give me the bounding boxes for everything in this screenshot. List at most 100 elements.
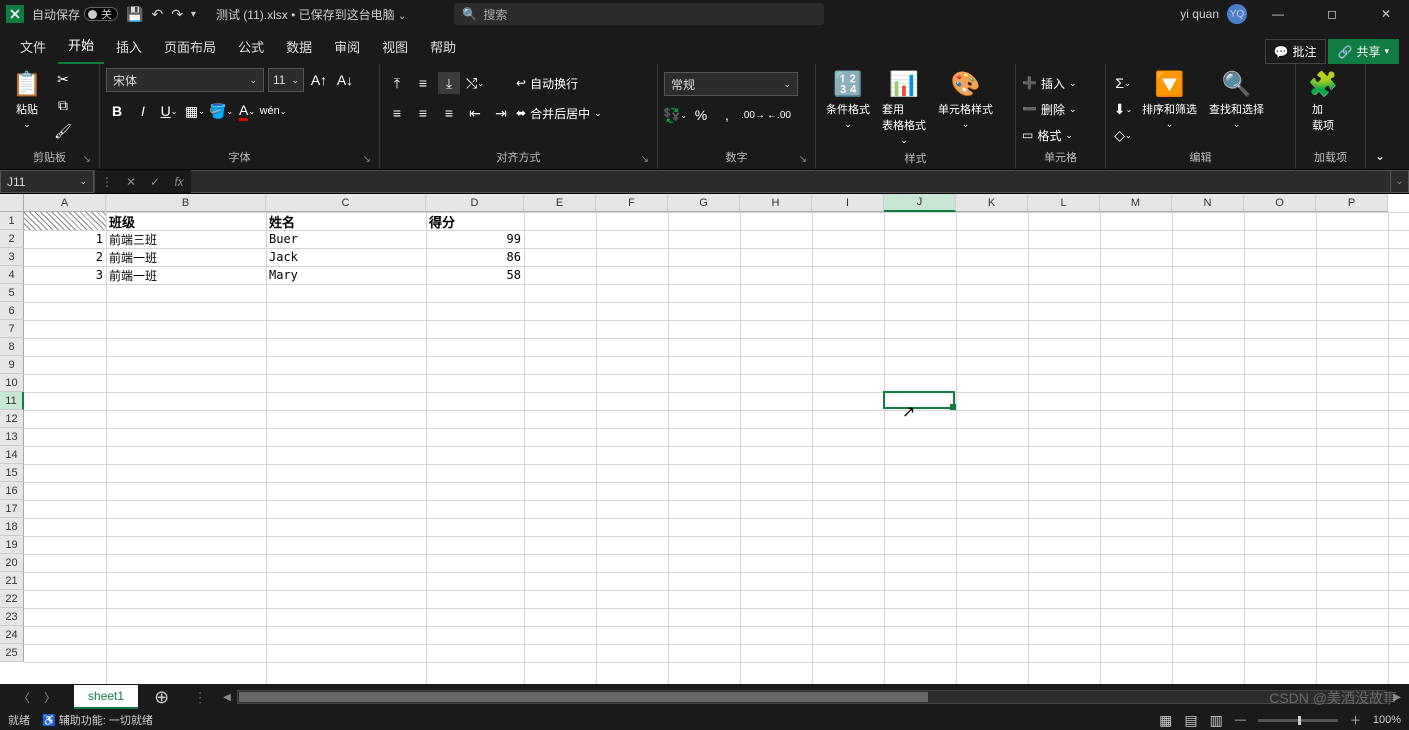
column-header[interactable]: H	[740, 194, 812, 212]
cancel-icon[interactable]: ✕	[119, 175, 143, 189]
add-sheet-icon[interactable]: ⊕	[138, 687, 185, 708]
row-header[interactable]: 19	[0, 536, 24, 554]
cell[interactable]: 1	[24, 230, 106, 248]
clipboard-launcher-icon[interactable]: ↘	[83, 154, 91, 165]
column-header[interactable]: A	[24, 194, 106, 212]
table-format-button[interactable]: 📊套用 表格格式⌄	[878, 68, 930, 148]
row-header[interactable]: 24	[0, 626, 24, 644]
tab-file[interactable]: 文件	[10, 31, 56, 64]
wrap-text-button[interactable]: ↩ 自动换行	[516, 72, 602, 94]
column-header[interactable]: G	[668, 194, 740, 212]
autosave-toggle[interactable]: 自动保存 关	[32, 6, 118, 23]
paste-button[interactable]: 📋粘贴⌄	[6, 68, 48, 132]
row-header[interactable]: 8	[0, 338, 24, 356]
column-header[interactable]: L	[1028, 194, 1100, 212]
column-header[interactable]: M	[1100, 194, 1172, 212]
cell[interactable]: Buer	[266, 230, 426, 248]
cell[interactable]: 99	[426, 230, 524, 248]
row-header[interactable]: 17	[0, 500, 24, 518]
font-size-combo[interactable]: 11⌄	[268, 68, 304, 92]
cell[interactable]: 得分	[426, 212, 524, 230]
align-center-icon[interactable]: ≡	[412, 102, 434, 124]
maximize-button[interactable]: ◻	[1309, 0, 1355, 28]
border-icon[interactable]: ▦⌄	[184, 100, 206, 122]
sheet-tab-active[interactable]: sheet1	[74, 685, 138, 709]
scroll-left-icon[interactable]: ◀	[223, 692, 231, 703]
zoom-in-icon[interactable]: ＋	[1350, 712, 1361, 728]
currency-icon[interactable]: 💱⌄	[664, 104, 686, 126]
row-header[interactable]: 6	[0, 302, 24, 320]
select-all-corner[interactable]	[0, 194, 24, 212]
horizontal-scrollbar[interactable]: ◀ ▶	[215, 690, 1409, 704]
row-header[interactable]: 10	[0, 374, 24, 392]
save-icon[interactable]: 💾	[126, 6, 143, 23]
column-header[interactable]: I	[812, 194, 884, 212]
row-header[interactable]: 12	[0, 410, 24, 428]
row-header[interactable]: 3	[0, 248, 24, 266]
cell-styles-button[interactable]: 🎨单元格样式⌄	[934, 68, 997, 132]
column-header[interactable]: O	[1244, 194, 1316, 212]
column-header[interactable]: K	[956, 194, 1028, 212]
conditional-format-button[interactable]: 🔢条件格式⌄	[822, 68, 874, 132]
copy-icon[interactable]: ⧉	[52, 94, 74, 116]
align-right-icon[interactable]: ≡	[438, 102, 460, 124]
align-top-icon[interactable]: ⤒	[386, 72, 408, 94]
row-header[interactable]: 14	[0, 446, 24, 464]
accessibility-status[interactable]: ♿ 辅助功能: 一切就绪	[42, 712, 153, 728]
fill-color-icon[interactable]: 🪣⌄	[210, 100, 232, 122]
row-header[interactable]: 20	[0, 554, 24, 572]
row-header[interactable]: 4	[0, 266, 24, 284]
page-layout-view-icon[interactable]: ▤	[1184, 712, 1197, 729]
row-header[interactable]: 25	[0, 644, 24, 662]
redo-icon[interactable]: ↷	[171, 6, 183, 23]
cell[interactable]	[24, 212, 106, 230]
addins-button[interactable]: 🧩加 载项	[1302, 68, 1344, 135]
cell[interactable]: 58	[426, 266, 524, 284]
qat-dropdown-icon[interactable]: ▾	[191, 9, 196, 20]
row-header[interactable]: 22	[0, 590, 24, 608]
cell[interactable]: 3	[24, 266, 106, 284]
align-middle-icon[interactable]: ≡	[412, 72, 434, 94]
column-header[interactable]: D	[426, 194, 524, 212]
row-header[interactable]: 15	[0, 464, 24, 482]
tab-data[interactable]: 数据	[276, 31, 322, 64]
tab-help[interactable]: 帮助	[420, 31, 466, 64]
decrease-decimal-icon[interactable]: ←.00	[768, 104, 790, 126]
find-select-button[interactable]: 🔍查找和选择⌄	[1205, 68, 1268, 132]
column-header[interactable]: N	[1172, 194, 1244, 212]
row-header[interactable]: 9	[0, 356, 24, 374]
page-break-view-icon[interactable]: ▥	[1210, 712, 1223, 729]
comments-button[interactable]: 💬 批注	[1265, 39, 1326, 64]
zoom-level[interactable]: 100%	[1373, 714, 1401, 726]
increase-decimal-icon[interactable]: .00→	[742, 104, 764, 126]
cell[interactable]: 86	[426, 248, 524, 266]
close-button[interactable]: ✕	[1363, 0, 1409, 28]
indent-increase-icon[interactable]: ⇥	[490, 102, 512, 124]
column-header[interactable]: E	[524, 194, 596, 212]
tab-home[interactable]: 开始	[58, 29, 104, 64]
spreadsheet-grid[interactable]: ABCDEFGHIJKLMNOP 12345678910111213141516…	[0, 194, 1409, 684]
insert-cells-button[interactable]: ➕ 插入 ⌄	[1022, 72, 1077, 94]
cell[interactable]: 姓名	[266, 212, 426, 230]
tab-view[interactable]: 视图	[372, 31, 418, 64]
phonetic-icon[interactable]: wén⌄	[262, 100, 284, 122]
comma-icon[interactable]: ,	[716, 104, 738, 126]
font-color-icon[interactable]: A⌄	[236, 100, 258, 122]
fbar-expand-icon[interactable]: ⌄	[1391, 170, 1409, 193]
cell[interactable]: 前端一班	[106, 248, 266, 266]
tab-scroll-gripper-icon[interactable]: ⋮	[185, 689, 215, 706]
ribbon-collapse-icon[interactable]: ⌄	[1366, 64, 1394, 169]
tab-insert[interactable]: 插入	[106, 31, 152, 64]
fill-icon[interactable]: ⬇⌄	[1112, 98, 1134, 120]
normal-view-icon[interactable]: ▦	[1159, 712, 1172, 729]
cell[interactable]: Mary	[266, 266, 426, 284]
delete-cells-button[interactable]: ➖ 删除 ⌄	[1022, 98, 1077, 120]
undo-icon[interactable]: ↶	[151, 6, 163, 23]
number-format-combo[interactable]: 常规⌄	[664, 72, 798, 96]
increase-font-icon[interactable]: A↑	[308, 69, 330, 91]
orientation-icon[interactable]: ⤭⌄	[464, 72, 486, 94]
font-name-combo[interactable]: 宋体⌄	[106, 68, 264, 92]
formula-input[interactable]	[191, 170, 1391, 193]
fbar-handle-icon[interactable]: ⋮	[95, 175, 119, 189]
format-cells-button[interactable]: ▭ 格式 ⌄	[1022, 124, 1073, 146]
